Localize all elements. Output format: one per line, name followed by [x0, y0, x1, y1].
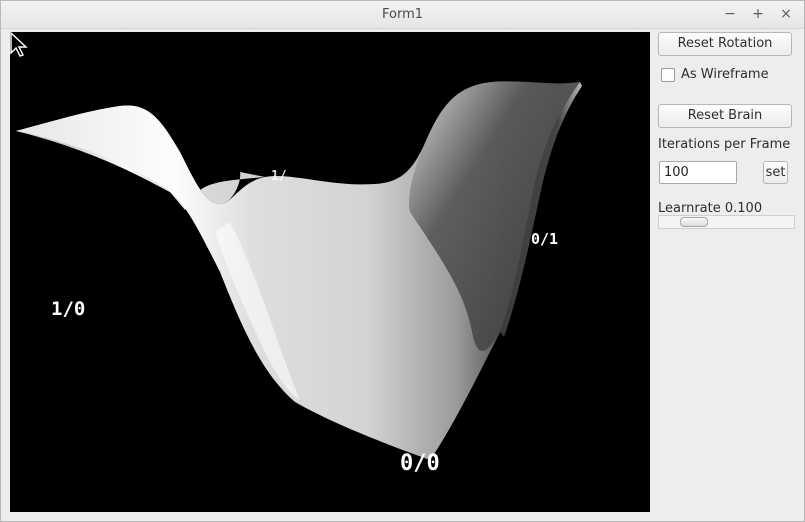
iterations-input[interactable]: 100: [659, 161, 737, 184]
iterations-label: Iterations per Frame: [658, 137, 791, 152]
main-window: Form1 − + × 1/0 0/1 0/0 1/ Reset Rotatio…: [0, 0, 805, 522]
learnrate-slider[interactable]: [658, 215, 795, 229]
corner-label-1-0: 1/0: [51, 298, 86, 320]
learnrate-label: Learnrate 0.100: [658, 201, 763, 216]
corner-label-0-1: 0/1: [531, 230, 559, 248]
minimize-button[interactable]: −: [721, 5, 739, 23]
surface-render: [16, 81, 582, 460]
reset-brain-button[interactable]: Reset Brain: [658, 104, 792, 128]
window-title: Form1: [381, 7, 424, 22]
wireframe-checkbox[interactable]: [661, 68, 675, 82]
set-button[interactable]: set: [763, 161, 788, 184]
corner-label-1-1: 1/: [271, 169, 287, 184]
3d-viewport[interactable]: 1/0 0/1 0/0 1/: [10, 32, 650, 512]
wireframe-label[interactable]: As Wireframe: [681, 67, 769, 82]
reset-rotation-button[interactable]: Reset Rotation: [658, 32, 792, 56]
maximize-button[interactable]: +: [749, 5, 767, 23]
corner-label-0-0: 0/0: [400, 451, 440, 476]
mouse-pointer-icon: [10, 32, 28, 57]
title-bar[interactable]: Form1 − + ×: [1, 1, 804, 29]
learnrate-slider-thumb[interactable]: [680, 217, 708, 227]
close-button[interactable]: ×: [777, 5, 795, 23]
